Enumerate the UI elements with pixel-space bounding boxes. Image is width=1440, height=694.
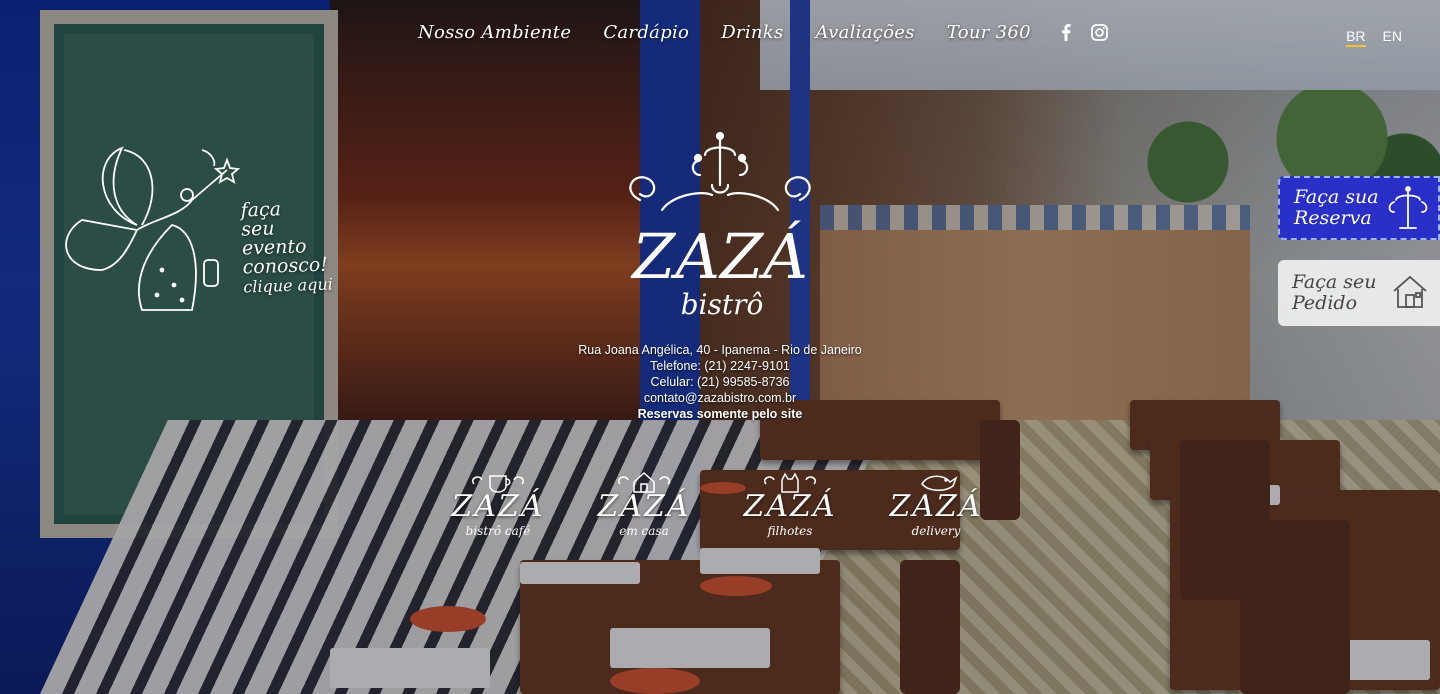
mobile[interactable]: Celular: (21) 99585-8736 [520,374,920,390]
facebook-icon[interactable] [1057,24,1075,42]
house-icon [618,471,670,493]
lang-br[interactable]: BR [1346,28,1366,47]
brand-filhotes[interactable]: ZAZÁ filhotes [738,470,842,552]
reservation-label: Faça sua Reserva [1294,186,1379,229]
bird-icon [921,475,958,491]
instagram-icon[interactable] [1091,24,1109,42]
house-icon [1393,275,1427,308]
cat-icon [764,472,816,493]
brand-delivery[interactable]: ZAZÁ delivery [884,470,988,552]
nav-cardapio[interactable]: Cardápio [603,22,689,43]
fairy-illustration [65,146,241,311]
svg-text:ZAZÁ: ZAZÁ [630,220,808,293]
candelabra-icon [1388,186,1428,229]
lang-en[interactable]: EN [1383,28,1402,47]
nav-tour-360[interactable]: Tour 360 [947,22,1031,43]
zaza-bistro-logo[interactable]: ZAZÁ bistrô [600,130,840,325]
phone[interactable]: Telefone: (21) 2247-9101 [520,358,920,374]
email[interactable]: contato@zazabistro.com.br [520,390,920,406]
language-switcher: BR EN [1346,28,1402,47]
main-nav: Nosso Ambiente Cardápio Drinks Avaliaçõe… [418,22,1109,43]
nav-drinks[interactable]: Drinks [721,22,783,43]
brand-bistro-cafe[interactable]: ZAZÁ bistrô café [446,470,550,552]
contact-info: Rua Joana Angélica, 40 - Ipanema - Rio d… [520,342,920,422]
brand-em-casa[interactable]: ZAZÁ em casa [592,470,696,552]
social-links [1057,24,1109,42]
nav-nosso-ambiente[interactable]: Nosso Ambiente [418,22,571,43]
svg-text:bistrô: bistrô [681,288,764,321]
reservation-note: Reservas somente pelo site [637,407,803,421]
event-text: faça seu evento conosco! clique aqui [240,198,334,297]
brand-links: ZAZÁ bistrô café ZAZÁ em casa ZAZÁ filho… [446,470,988,552]
coffee-cup-icon [472,475,524,493]
event-fairy-link[interactable]: faça seu evento conosco! clique aqui [52,140,342,320]
nav-avaliacoes[interactable]: Avaliações [816,22,915,43]
order-label: Faça seu Pedido [1292,271,1377,314]
order-button[interactable]: Faça seu Pedido [1278,260,1440,326]
address: Rua Joana Angélica, 40 - Ipanema - Rio d… [578,343,862,357]
reservation-button[interactable]: Faça sua Reserva [1278,176,1440,240]
